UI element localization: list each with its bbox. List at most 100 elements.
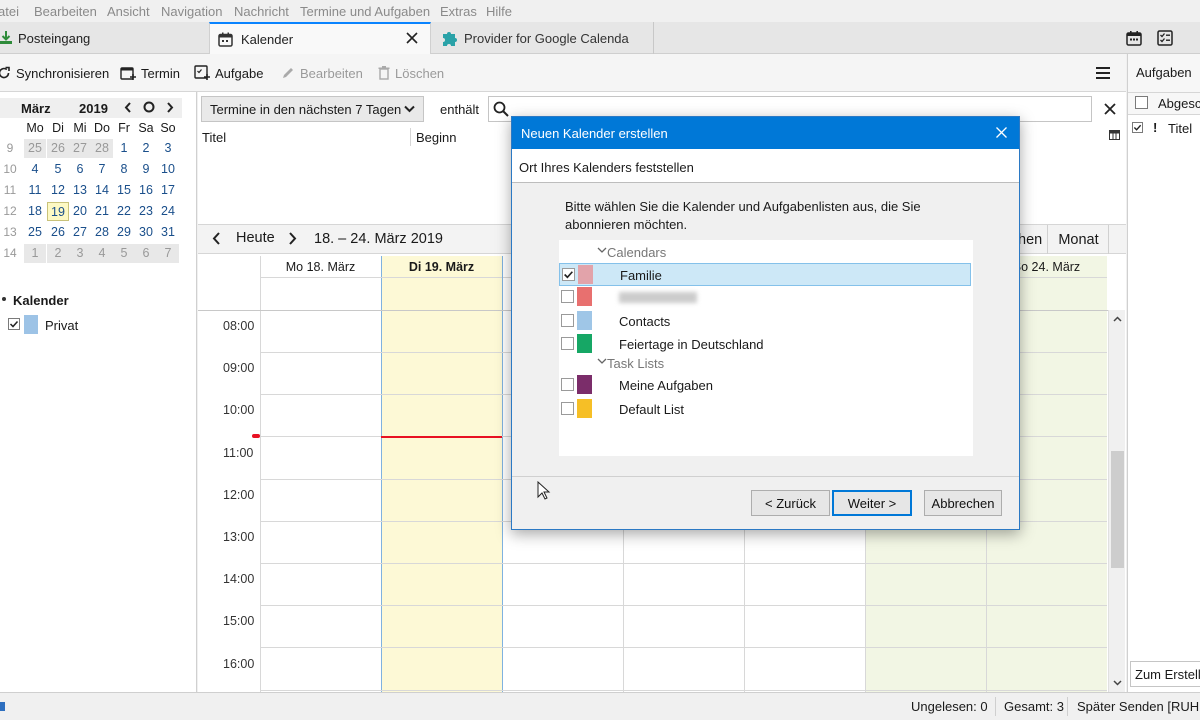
calendar-option-row[interactable]: Contacts (559, 310, 971, 333)
minical-day[interactable]: 4 (24, 160, 46, 179)
view-month-button[interactable]: Monat (1049, 225, 1109, 254)
calendar-option-row[interactable]: Familie (559, 263, 971, 286)
scroll-up-icon[interactable] (1113, 316, 1122, 322)
calendar-option-checkbox[interactable] (562, 268, 575, 281)
column-start[interactable]: Beginn (416, 130, 456, 145)
minical-day[interactable]: 3 (69, 244, 91, 263)
minical-day[interactable]: 6 (69, 160, 91, 179)
minical-day[interactable]: 25 (24, 223, 46, 242)
column-title[interactable]: Titel (202, 130, 226, 145)
menu-navigation[interactable]: Navigation (161, 4, 222, 19)
prev-week-icon[interactable] (212, 232, 221, 245)
minical-day[interactable]: 26 (47, 223, 69, 242)
minical-day[interactable]: 5 (47, 160, 69, 179)
menu-edit[interactable]: Bearbeiten (34, 4, 97, 19)
minical-day[interactable]: 1 (113, 139, 135, 158)
calendar-privat-label[interactable]: Privat (45, 318, 78, 333)
tab-provider-google[interactable]: Provider for Google Calenda (432, 22, 654, 54)
scroll-down-icon[interactable] (1113, 680, 1122, 686)
minical-day[interactable]: 6 (135, 244, 157, 263)
calendar-option-row[interactable]: Default List (559, 398, 971, 421)
dialog-titlebar[interactable]: Neuen Kalender erstellen (512, 117, 1019, 149)
minical-day[interactable]: 1 (24, 244, 46, 263)
calendar-option-row[interactable]: Feiertage in Deutschland (559, 333, 971, 356)
minical-day[interactable]: 3 (157, 139, 179, 158)
minical-day[interactable]: 2 (135, 139, 157, 158)
day-header[interactable]: Mo 18. März (260, 256, 381, 278)
calendar-option-row[interactable] (559, 286, 971, 309)
minical-day[interactable]: 28 (91, 223, 113, 242)
minical-day[interactable]: 28 (91, 139, 113, 158)
minical-day[interactable]: 12 (47, 181, 69, 200)
today-button[interactable]: Heute (236, 230, 275, 246)
show-completed-checkbox[interactable] (1135, 96, 1148, 109)
minical-today[interactable]: 19 (47, 202, 69, 221)
next-button[interactable]: Weiter > (832, 490, 912, 516)
minical-day[interactable]: 2 (47, 244, 69, 263)
close-tab-icon[interactable] (406, 32, 418, 44)
new-task-button[interactable]: Aufgabe (194, 54, 263, 92)
menu-tools[interactable]: Extras (440, 4, 477, 19)
sync-button[interactable]: Synchronisieren (0, 54, 109, 92)
minical-day[interactable]: 17 (157, 181, 179, 200)
tab-calendar[interactable]: Kalender (209, 22, 431, 54)
minical-day[interactable]: 4 (91, 244, 113, 263)
task-done-column-checkbox[interactable] (1132, 122, 1143, 133)
group-label[interactable]: Calendars (607, 245, 666, 260)
minical-day[interactable]: 8 (113, 160, 135, 179)
menu-help[interactable]: Hilfe (486, 4, 512, 19)
hamburger-menu-icon[interactable] (1096, 66, 1110, 80)
minical-day[interactable]: 23 (135, 202, 157, 221)
minical-day[interactable]: 9 (135, 160, 157, 179)
minical-day[interactable]: 27 (69, 139, 91, 158)
minical-day[interactable]: 30 (135, 223, 157, 242)
minical-day[interactable]: 18 (24, 202, 46, 221)
day-header[interactable]: Di 19. März (381, 256, 502, 278)
minical-day[interactable]: 13 (69, 181, 91, 200)
calendar-option-checkbox[interactable] (561, 401, 574, 415)
minical-day[interactable]: 14 (91, 181, 113, 200)
back-button[interactable]: < Zurück (751, 490, 830, 516)
minical-day[interactable]: 11 (24, 181, 46, 200)
minical-day[interactable]: 31 (157, 223, 179, 242)
minical-day[interactable]: 20 (69, 202, 91, 221)
minical-day[interactable]: 5 (113, 244, 135, 263)
view-week-button[interactable]: hen (1018, 225, 1048, 254)
minical-day[interactable]: 27 (69, 223, 91, 242)
minical-day[interactable]: 7 (91, 160, 113, 179)
calendar-option-checkbox[interactable] (561, 336, 574, 350)
minical-day[interactable]: 22 (113, 202, 135, 221)
week-scrollbar[interactable] (1108, 310, 1125, 692)
group-label[interactable]: Task Lists (607, 356, 664, 371)
menu-file[interactable]: atei (0, 4, 19, 19)
menu-events-tasks[interactable]: Termine und Aufgaben (300, 4, 430, 19)
new-event-button[interactable]: Termin (120, 54, 180, 92)
priority-icon[interactable]: ! (1153, 120, 1157, 135)
calendar-option-checkbox[interactable] (561, 290, 574, 304)
menu-view[interactable]: Ansicht (107, 4, 150, 19)
minical-day[interactable]: 29 (113, 223, 135, 242)
minical-day[interactable]: 25 (24, 139, 46, 158)
day-column[interactable] (381, 256, 502, 692)
minical-month[interactable]: März (21, 101, 51, 116)
close-icon[interactable] (996, 127, 1007, 138)
day-column[interactable] (260, 256, 381, 692)
minical-day[interactable]: 10 (157, 160, 179, 179)
menu-message[interactable]: Nachricht (234, 4, 289, 19)
calendar-tab-icon[interactable] (1126, 30, 1142, 46)
minical-day[interactable]: 21 (91, 202, 113, 221)
edit-button[interactable]: Bearbeiten (281, 54, 363, 92)
scroll-thumb[interactable] (1111, 451, 1124, 568)
minical-year[interactable]: 2019 (79, 101, 108, 116)
calendar-option-checkbox[interactable] (561, 313, 574, 327)
calendar-option-row[interactable]: Meine Aufgaben (559, 374, 971, 397)
quick-task-input[interactable]: Zum Erstelle (1130, 661, 1200, 687)
minical-day[interactable]: 26 (47, 139, 69, 158)
calendar-option-checkbox[interactable] (561, 378, 574, 392)
cancel-button[interactable]: Abbrechen (924, 490, 1002, 516)
delete-button[interactable]: Löschen (378, 54, 444, 92)
tasks-tab-icon[interactable] (1157, 30, 1173, 46)
chevron-down-icon[interactable] (597, 247, 607, 254)
today-circle-icon[interactable] (143, 101, 155, 113)
task-column-title[interactable]: Titel (1168, 121, 1192, 136)
